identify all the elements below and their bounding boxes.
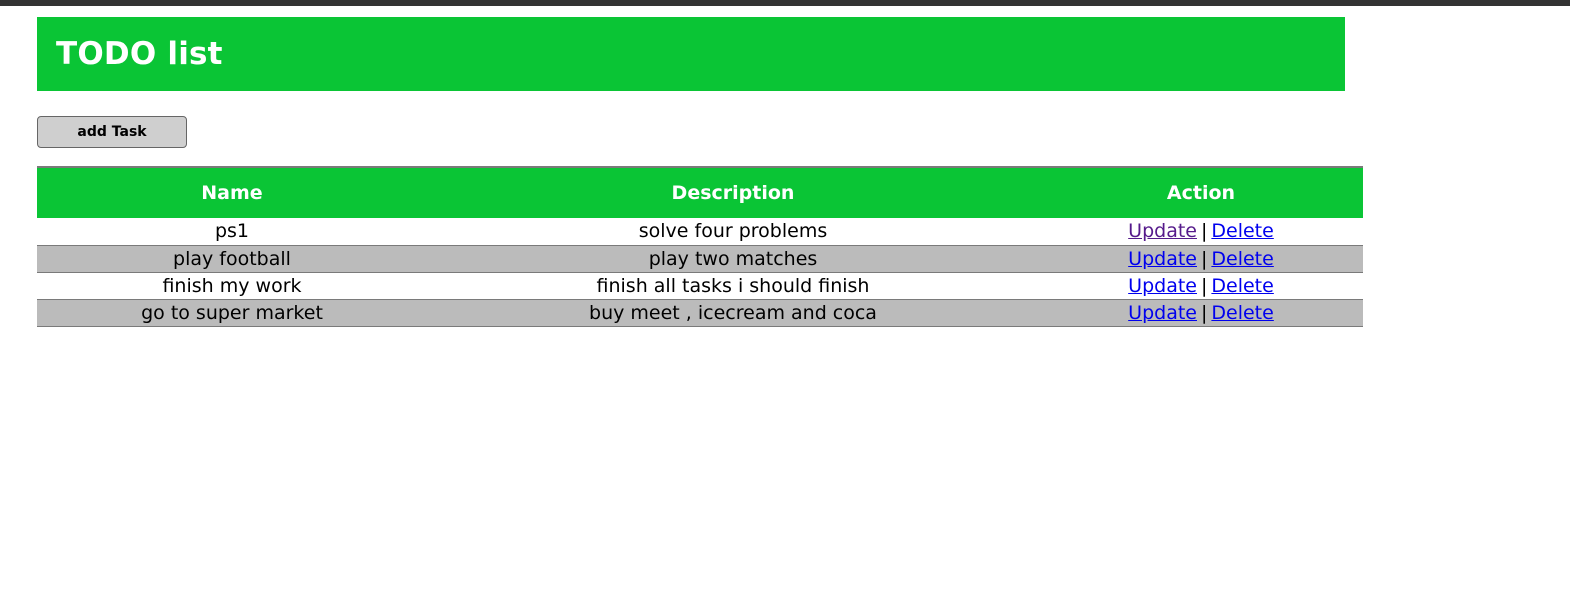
page-header: TODO list <box>37 17 1345 91</box>
browser-top-bar <box>0 0 1570 6</box>
update-link[interactable]: Update <box>1128 275 1197 297</box>
task-actions: Update | Delete <box>1039 245 1363 273</box>
delete-link[interactable]: Delete <box>1211 275 1273 297</box>
task-description: play two matches <box>427 245 1039 273</box>
task-actions: Update | Delete <box>1039 299 1363 327</box>
column-header-name: Name <box>37 166 427 218</box>
update-link[interactable]: Update <box>1128 220 1197 242</box>
table-header-row: Name Description Action <box>37 166 1363 218</box>
column-header-action: Action <box>1039 166 1363 218</box>
column-header-description: Description <box>427 166 1039 218</box>
table-row: finish my work finish all tasks i should… <box>37 272 1363 300</box>
task-actions: Update | Delete <box>1039 218 1363 246</box>
action-separator: | <box>1200 220 1208 243</box>
task-description: solve four problems <box>427 218 1039 246</box>
task-description: buy meet , icecream and coca <box>427 299 1039 327</box>
task-actions: Update | Delete <box>1039 272 1363 300</box>
add-task-button[interactable]: add Task <box>37 116 187 148</box>
action-separator: | <box>1200 274 1208 297</box>
update-link[interactable]: Update <box>1128 302 1197 324</box>
table-row: go to super market buy meet , icecream a… <box>37 299 1363 327</box>
update-link[interactable]: Update <box>1128 248 1197 270</box>
table-row: ps1 solve four problems Update | Delete <box>37 218 1363 246</box>
task-name: play football <box>37 245 427 273</box>
task-name: finish my work <box>37 272 427 300</box>
task-name: go to super market <box>37 299 427 327</box>
delete-link[interactable]: Delete <box>1211 220 1273 242</box>
todo-table: Name Description Action ps1 solve four p… <box>37 166 1363 327</box>
task-name: ps1 <box>37 218 427 246</box>
task-description: finish all tasks i should finish <box>427 272 1039 300</box>
page-title: TODO list <box>56 35 223 72</box>
delete-link[interactable]: Delete <box>1211 248 1273 270</box>
action-separator: | <box>1200 247 1208 270</box>
action-separator: | <box>1200 301 1208 324</box>
table-row: play football play two matches Update | De… <box>37 245 1363 273</box>
delete-link[interactable]: Delete <box>1211 302 1273 324</box>
